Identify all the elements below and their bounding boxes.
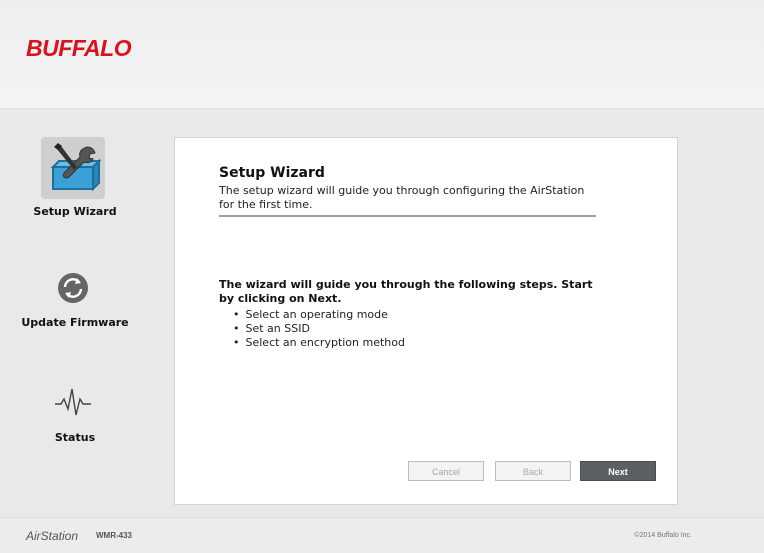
wizard-steps-list: Select an operating mode Set an SSID Sel…	[233, 308, 406, 350]
sidebar-item-label: Update Firmware	[21, 316, 129, 329]
wizard-panel: Setup Wizard The setup wizard will guide…	[174, 137, 678, 505]
list-item: Set an SSID	[233, 322, 405, 336]
buffalo-logo: BUFFALO	[26, 35, 132, 61]
wizard-intro-text: The wizard will guide you through the fo…	[219, 278, 593, 305]
setup-wizard-icon	[41, 137, 105, 199]
list-item: Select an operating mode	[233, 308, 405, 322]
cancel-button[interactable]: Cancel	[408, 461, 484, 481]
model-number: WMR-433	[96, 531, 133, 540]
sidebar-item-setup-wizard[interactable]: Setup Wizard	[0, 137, 160, 227]
title-divider	[219, 215, 596, 217]
footer: AirStation WMR-433 ©2014 Buffalo Inc.	[0, 517, 764, 553]
airstation-brand: AirStation	[26, 529, 79, 543]
sidebar-item-status[interactable]: Status	[0, 371, 160, 461]
next-button[interactable]: Next	[580, 461, 656, 481]
header: BUFFALO	[0, 0, 764, 109]
sidebar-item-label: Status	[54, 431, 96, 444]
sidebar-item-label: Setup Wizard	[33, 205, 117, 218]
update-firmware-icon	[41, 257, 105, 319]
panel-description: The setup wizard will guide you through …	[219, 184, 585, 211]
panel-title: Setup Wizard	[219, 165, 325, 181]
status-icon	[41, 371, 105, 433]
list-item: Select an encryption method	[233, 336, 406, 350]
copyright-text: ©2014 Buffalo Inc.	[634, 532, 692, 539]
back-button[interactable]: Back	[495, 461, 571, 481]
main-area: Setup Wizard Update Firmware Status Setu…	[0, 109, 764, 517]
sidebar-item-update-firmware[interactable]: Update Firmware	[0, 257, 160, 347]
